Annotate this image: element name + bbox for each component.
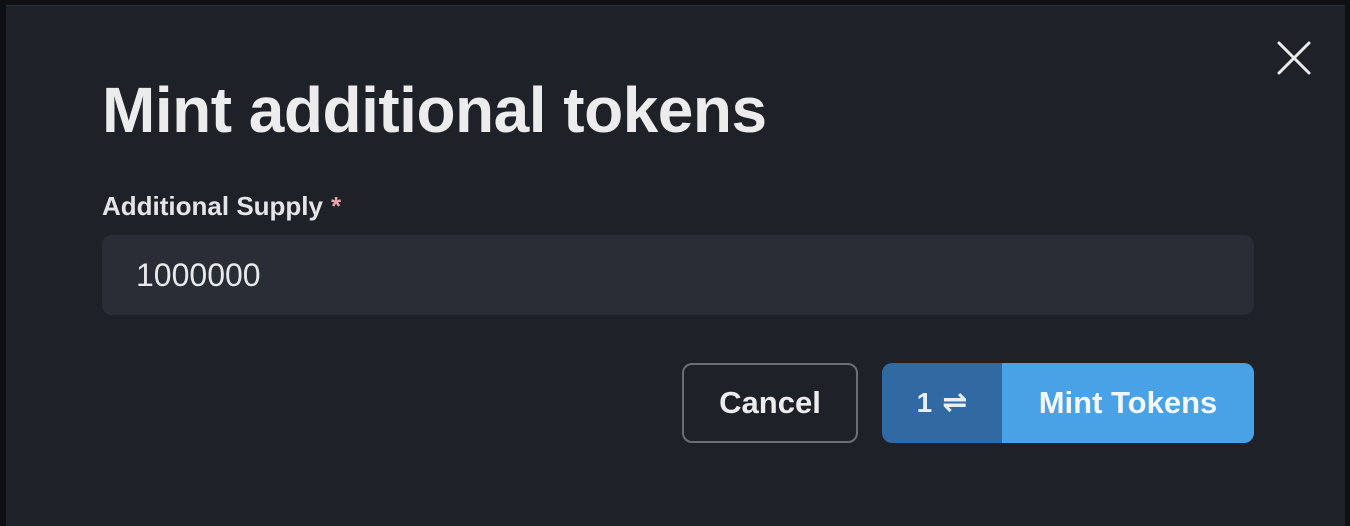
close-icon	[1277, 41, 1311, 75]
additional-supply-label-text: Additional Supply	[102, 191, 323, 221]
swap-arrows-icon: ⇌	[942, 386, 968, 419]
transaction-count-button[interactable]: 1 ⇌	[882, 363, 1002, 443]
modal-title: Mint additional tokens	[102, 74, 767, 146]
mint-tokens-button[interactable]: Mint Tokens	[1002, 363, 1254, 443]
additional-supply-label: Additional Supply *	[102, 190, 341, 222]
additional-supply-input[interactable]	[102, 235, 1254, 315]
close-button[interactable]	[1272, 36, 1316, 80]
transaction-count: 1	[916, 387, 933, 418]
mint-tokens-modal: Mint additional tokens Additional Supply…	[6, 5, 1345, 526]
mint-button-group: 1 ⇌ Mint Tokens	[882, 363, 1254, 443]
required-marker: *	[331, 191, 342, 221]
cancel-button[interactable]: Cancel	[682, 363, 858, 443]
